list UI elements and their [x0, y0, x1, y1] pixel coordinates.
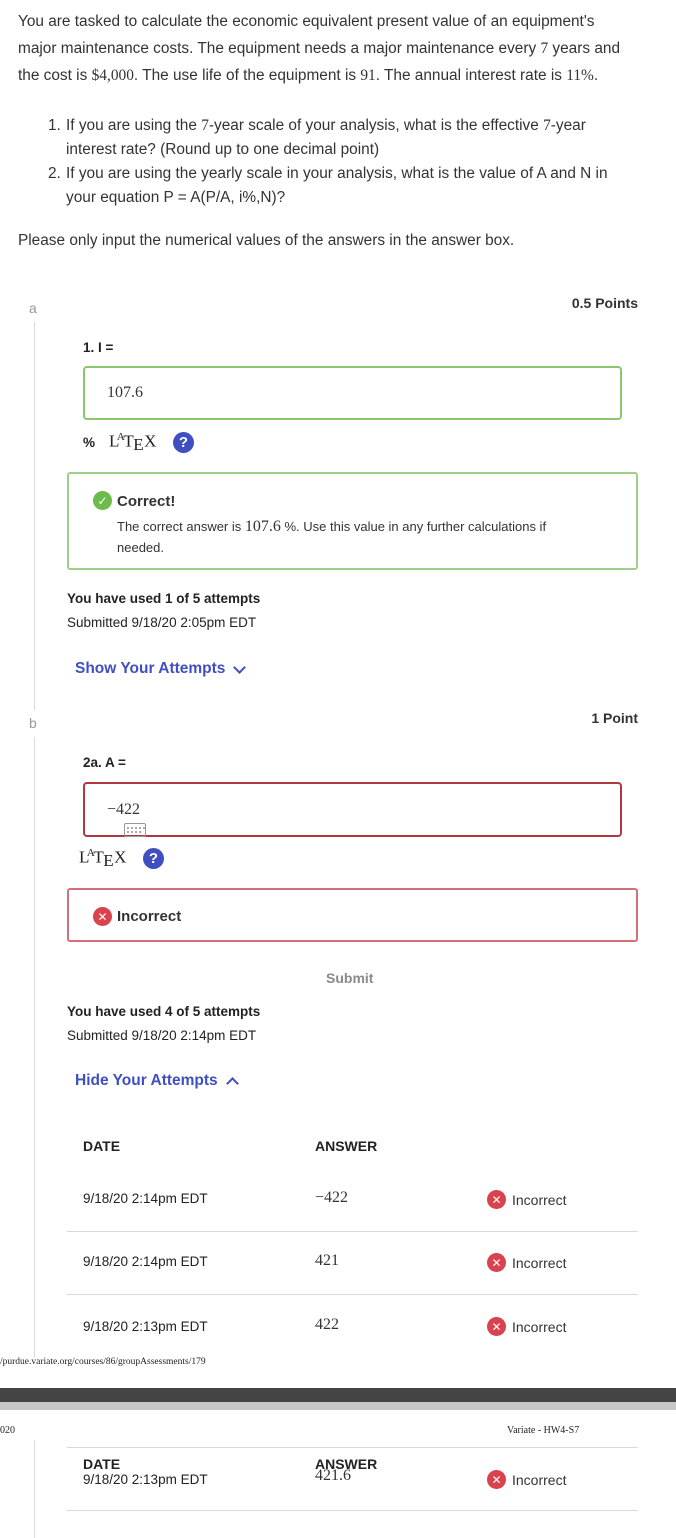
- hide-attempts-link[interactable]: Hide Your Attempts: [75, 1072, 239, 1090]
- chevron-down-icon: [233, 660, 247, 674]
- col-header-date: DATE: [83, 1138, 121, 1154]
- print-footer-url: /purdue.variate.org/courses/86/groupAsse…: [0, 1357, 206, 1367]
- question-list: 1. If you are using the 7-year scale of …: [48, 114, 658, 210]
- print-header-right: Variate - HW4-S7: [507, 1425, 580, 1436]
- row-2-status: ✕ Incorrect: [487, 1253, 566, 1272]
- help-icon[interactable]: ?: [172, 432, 194, 454]
- feedback-incorrect: ✕ Incorrect: [67, 888, 638, 942]
- part-b-points: 1 Point: [591, 710, 638, 726]
- submitted-time-2a: Submitted 9/18/20 2:14pm EDT: [67, 1028, 257, 1043]
- row-3-answer: 422: [315, 1316, 339, 1333]
- feedback-body: The correct answer is 107.6 %. Use this …: [117, 518, 547, 555]
- page-break-shadow: [0, 1402, 676, 1410]
- row-divider: [67, 1447, 638, 1448]
- row-4-date: 9/18/20 2:13pm EDT: [83, 1472, 208, 1487]
- intro-line-2: major maintenance costs. The equipment n…: [18, 40, 621, 57]
- latex-toggle[interactable]: LATEX: [79, 847, 127, 871]
- row-divider: [67, 1231, 638, 1232]
- answer-input-1[interactable]: 107.6: [83, 366, 622, 420]
- feedback-correct: ✓ Correct! The correct answer is 107.6 %…: [67, 472, 638, 570]
- question-1-label: 1. I =: [83, 340, 114, 355]
- col-header-answer: ANSWER: [315, 1138, 378, 1154]
- attempts-used-2a: You have used 4 of 5 attempts: [67, 1004, 261, 1019]
- answer-input-2a[interactable]: −422: [83, 782, 622, 837]
- part-a-points: 0.5 Points: [571, 295, 638, 311]
- page-break-bar: [0, 1388, 676, 1402]
- part-b-divider-continued: [34, 1440, 35, 1538]
- row-3-status: ✕ Incorrect: [487, 1317, 566, 1336]
- row-1-status: ✕ Incorrect: [487, 1190, 566, 1209]
- part-a-divider: [34, 322, 35, 710]
- row-1-answer: −422: [315, 1189, 349, 1206]
- submit-button[interactable]: Submit: [326, 970, 373, 986]
- instruction-note: Please only input the numerical values o…: [18, 232, 515, 249]
- question-2a-label: 2a. A =: [83, 755, 126, 770]
- latex-toggle[interactable]: LATEX: [109, 431, 157, 455]
- chevron-up-icon: [225, 1076, 239, 1090]
- feedback-title: Incorrect: [117, 908, 182, 925]
- row-2-answer: 421: [315, 1252, 339, 1269]
- question-item: 2. If you are using the yearly scale in …: [48, 165, 608, 206]
- row-1-date: 9/18/20 2:14pm EDT: [83, 1191, 208, 1206]
- intro-line-3: the cost is $4,000. The use life of the …: [18, 67, 599, 84]
- x-circle-icon: ✕: [487, 1253, 506, 1272]
- row-3-date: 9/18/20 2:13pm EDT: [83, 1319, 208, 1334]
- keyboard-icon[interactable]: [124, 822, 147, 837]
- problem-statement: You are tasked to calculate the economic…: [18, 8, 658, 89]
- attempts-used-1: You have used 1 of 5 attempts: [67, 591, 261, 606]
- row-divider: [67, 1510, 638, 1511]
- row-4-answer: 421.6: [315, 1467, 351, 1484]
- show-attempts-link[interactable]: Show Your Attempts: [75, 660, 247, 678]
- col-header-date: DATE: [83, 1456, 121, 1472]
- intro-line-1: You are tasked to calculate the economic…: [18, 13, 595, 30]
- feedback-title: Correct!: [117, 493, 176, 510]
- print-header-left: 020: [0, 1425, 15, 1436]
- submitted-time-1: Submitted 9/18/20 2:05pm EDT: [67, 615, 257, 630]
- row-divider: [67, 1294, 638, 1295]
- x-circle-icon: ✕: [93, 907, 112, 926]
- latex-toolbar-2a: LATEX ?: [79, 847, 164, 871]
- part-a-letter: a: [29, 300, 37, 316]
- part-b-divider: [34, 737, 35, 1358]
- question-item: 1. If you are using the 7-year scale of …: [48, 117, 586, 158]
- check-icon: ✓: [93, 491, 112, 510]
- x-circle-icon: ✕: [487, 1190, 506, 1209]
- row-4-status: ✕ Incorrect: [487, 1470, 566, 1489]
- help-icon[interactable]: ?: [142, 848, 164, 870]
- unit-label: %: [83, 435, 96, 451]
- latex-toolbar-1: % LATEX ?: [83, 431, 194, 455]
- part-b-letter: b: [29, 715, 37, 731]
- x-circle-icon: ✕: [487, 1317, 506, 1336]
- x-circle-icon: ✕: [487, 1470, 506, 1489]
- row-2-date: 9/18/20 2:14pm EDT: [83, 1254, 208, 1269]
